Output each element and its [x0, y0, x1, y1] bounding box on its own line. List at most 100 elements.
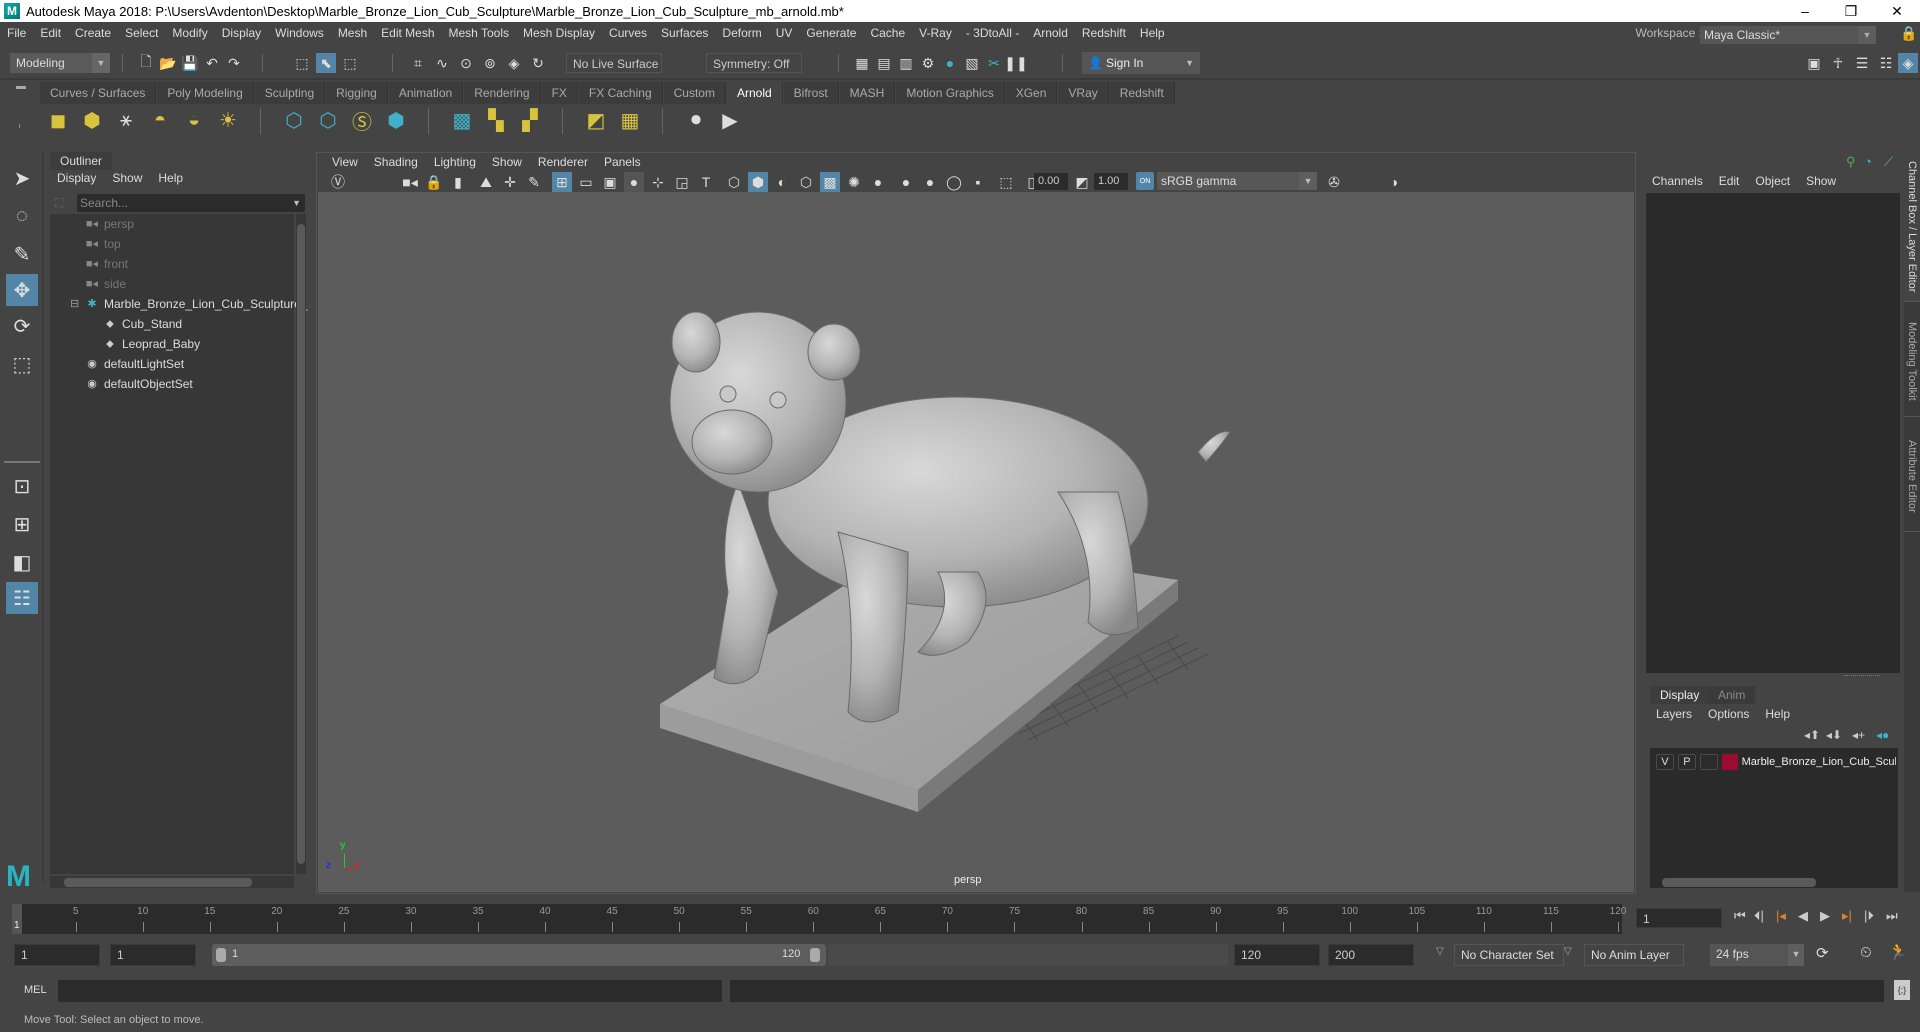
tool-settings-toggle-icon[interactable]: ☷	[1876, 53, 1896, 73]
channel-box-menu-channels[interactable]: Channels	[1652, 174, 1703, 188]
image-plane-icon[interactable]: ⛰	[476, 172, 496, 192]
resolution-gate-icon[interactable]: ▣	[600, 172, 620, 192]
photometric-light-icon[interactable]: ⚹	[112, 106, 140, 134]
depth-of-field-icon[interactable]: ▪	[968, 172, 988, 192]
create-standin-icon[interactable]: ⬡	[280, 106, 308, 134]
wireframe-on-shaded-icon[interactable]: ⬡	[796, 172, 816, 192]
gamma-field[interactable]: 1.00	[1094, 173, 1128, 190]
lasso-tool-icon[interactable]: ◌	[6, 200, 38, 232]
viewport-menu-shading[interactable]: Shading	[366, 155, 426, 169]
manipulator-icon[interactable]: ⚲	[1846, 154, 1856, 170]
bookmark-icon[interactable]: ▮	[448, 172, 468, 192]
attribute-editor-side-tab[interactable]: Attribute Editor	[1904, 422, 1920, 532]
shelf-tab-custom[interactable]: Custom	[663, 82, 726, 104]
symmetry-field[interactable]: Symmetry: Off	[706, 53, 802, 73]
command-input[interactable]	[58, 980, 722, 1002]
light-manager-icon[interactable]: ◩	[582, 106, 610, 134]
outliner-menu-display[interactable]: Display	[57, 171, 96, 185]
default-material-icon[interactable]: ◐	[772, 172, 792, 192]
safe-title-icon[interactable]: T	[696, 172, 716, 192]
render-sequence-icon[interactable]: ▶	[716, 106, 744, 134]
scale-tool-icon[interactable]: ⬚	[6, 348, 38, 380]
maximize-button[interactable]: ❐	[1828, 0, 1874, 22]
outliner-item[interactable]: ⊟ ✱ Marble_Bronze_Lion_Cub_Sculpture_	[70, 294, 307, 314]
menu-surfaces[interactable]: Surfaces	[654, 26, 715, 40]
layer-menu-help[interactable]: Help	[1765, 707, 1790, 721]
menu-help[interactable]: Help	[1133, 26, 1172, 40]
step-back-key-icon[interactable]: ⏴|	[1754, 908, 1764, 924]
outliner-menu-help[interactable]: Help	[158, 171, 183, 185]
lock-camera-icon[interactable]: 🔒	[424, 172, 444, 192]
menu-cache[interactable]: Cache	[863, 26, 912, 40]
channel-box-menu-object[interactable]: Object	[1755, 174, 1790, 188]
speed-icon[interactable]: ◔	[1864, 154, 1872, 169]
playback-end-field[interactable]: 120	[1234, 944, 1320, 966]
tx-manager-icon[interactable]: ▚	[482, 106, 510, 134]
resize-handle[interactable]	[1844, 675, 1880, 677]
open-scene-icon[interactable]: 📂	[158, 53, 178, 73]
lock-icon[interactable]: 🔒	[1900, 25, 1917, 42]
light-editor-icon[interactable]: ✂	[984, 53, 1004, 73]
playblast-icon[interactable]: ⏺	[682, 106, 710, 134]
menu-mesh-tools[interactable]: Mesh Tools	[442, 26, 516, 40]
go-to-end-icon[interactable]: ⏭	[1886, 908, 1898, 924]
shelf-tab-rendering[interactable]: Rendering	[464, 82, 541, 104]
light-portal-icon[interactable]: ◒	[180, 106, 208, 134]
anti-aliasing-icon[interactable]: ◯	[944, 172, 964, 192]
outliner-item[interactable]: ■◂ top	[84, 234, 121, 254]
render-view-icon[interactable]: ▩	[448, 106, 476, 134]
collapse-icon[interactable]: ⊟	[70, 294, 79, 314]
single-pane-layout-icon[interactable]: ⊡	[6, 470, 38, 502]
move-layer-up-icon[interactable]: ◂⬆	[1804, 728, 1820, 742]
shelf-tab-rigging[interactable]: Rigging	[326, 82, 388, 104]
shelf-tab-motion-graphics[interactable]: Motion Graphics	[896, 82, 1005, 104]
layer-row[interactable]: V P Marble_Bronze_Lion_Cub_Scul	[1656, 752, 1896, 772]
command-language-label[interactable]: MEL	[24, 984, 47, 996]
undo-icon[interactable]: ↶	[202, 53, 222, 73]
human-ik-toggle-icon[interactable]: ☥	[1828, 53, 1848, 73]
safe-action-icon[interactable]: ◲	[672, 172, 692, 192]
range-start-handle[interactable]	[216, 948, 226, 962]
layer-menu-options[interactable]: Options	[1708, 707, 1749, 721]
modeling-toolkit-side-tab[interactable]: Modeling Toolkit	[1904, 307, 1920, 417]
scrollbar-thumb[interactable]	[297, 224, 305, 864]
physical-sky-icon[interactable]: ☀	[214, 106, 242, 134]
gate-mask-icon[interactable]: ●	[624, 172, 644, 192]
viewport-canvas[interactable]: y x z persp	[318, 192, 1634, 892]
snap-view-plane-icon[interactable]: ⊚	[480, 53, 500, 73]
shelf-tab-mash[interactable]: MASH	[839, 82, 896, 104]
shelf-tab-vray[interactable]: VRay	[1058, 82, 1109, 104]
channel-box-side-tab[interactable]: Channel Box / Layer Editor	[1904, 152, 1920, 302]
filter-icon[interactable]: ⛶	[55, 196, 63, 211]
snap-grid-icon[interactable]: ⌗	[408, 53, 428, 73]
viewport-menu-renderer[interactable]: Renderer	[530, 155, 596, 169]
shelf-tab-animation[interactable]: Animation	[388, 82, 464, 104]
snap-rotate-icon[interactable]: ↻	[528, 53, 548, 73]
menu-curves[interactable]: Curves	[602, 26, 654, 40]
shelf-tab-xgen[interactable]: XGen	[1005, 82, 1058, 104]
anim-layer-dropdown-icon[interactable]: ▽	[1564, 946, 1572, 957]
live-surface-field[interactable]: No Live Surface	[566, 53, 662, 73]
outliner-layout-icon[interactable]: ☷	[6, 582, 38, 614]
auto-key-icon[interactable]: ⏲	[1860, 944, 1872, 961]
outliner-horizontal-scrollbar[interactable]	[50, 876, 294, 888]
select-tool-icon[interactable]: ➤	[6, 162, 38, 194]
shelf-menu-icon[interactable]	[16, 86, 26, 89]
menu-v-ray[interactable]: V-Ray	[912, 26, 959, 40]
render-frame-icon[interactable]: ▦	[852, 53, 872, 73]
play-forwards-icon[interactable]: ▶	[1820, 908, 1830, 924]
shelf-tab-sculpting[interactable]: Sculpting	[254, 82, 326, 104]
textured-icon[interactable]: ▩	[820, 172, 840, 192]
workspace-select[interactable]: Maya Classic* ▼	[1700, 26, 1876, 44]
outliner-item[interactable]: ■◂ persp	[84, 214, 134, 234]
shelf-tab-bifrost[interactable]: Bifrost	[783, 82, 839, 104]
view-transform-select[interactable]: sRGB gamma ▼	[1157, 172, 1317, 190]
grease-pencil-icon[interactable]: ✎	[524, 172, 544, 192]
channel-box-toggle-icon[interactable]: ◈	[1898, 53, 1918, 73]
wireframe-icon[interactable]: ⬡	[724, 172, 744, 192]
move-layer-down-icon[interactable]: ◂⬇	[1826, 728, 1842, 742]
animation-prefs-icon[interactable]: 🏃	[1888, 942, 1908, 962]
snap-point-icon[interactable]: ⊙	[456, 53, 476, 73]
flush-caches-icon[interactable]: ▞	[516, 106, 544, 134]
shadows-icon[interactable]: ●	[868, 172, 888, 192]
